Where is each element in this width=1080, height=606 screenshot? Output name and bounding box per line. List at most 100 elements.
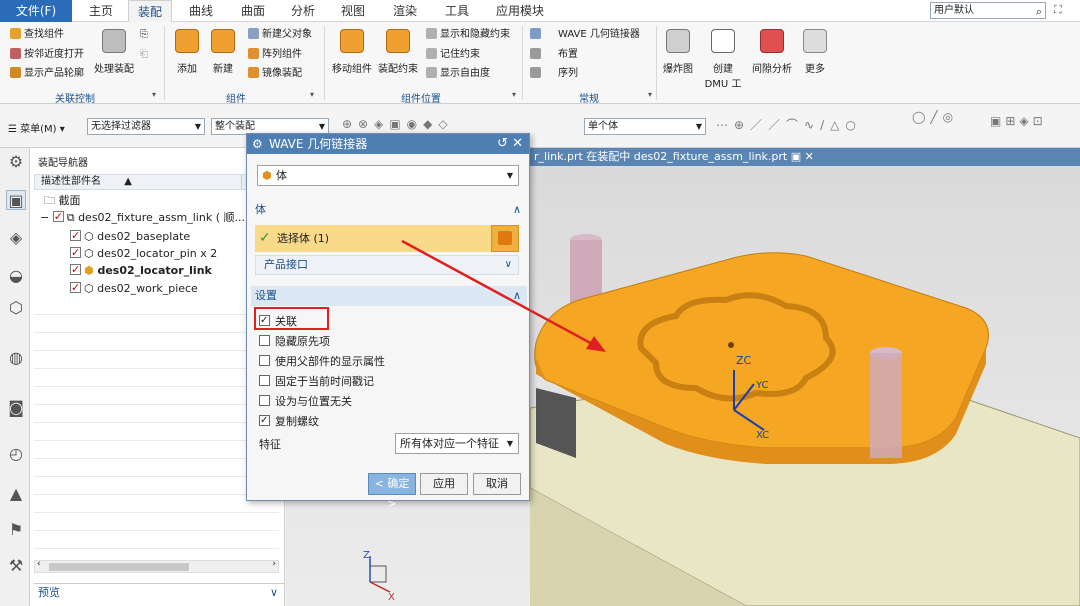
search-icon[interactable]: ⌕ — [1036, 4, 1042, 19]
apply-button[interactable]: 应用 — [420, 473, 468, 495]
type-filter-select[interactable]: 无选择过滤器 ▼ — [87, 118, 205, 135]
snap-extras-icon[interactable]: ◯╱◎ — [912, 110, 958, 124]
process-assembly-button[interactable]: 处理装配 — [92, 27, 136, 75]
fullscreen-icon[interactable]: ⛶ — [1054, 3, 1062, 17]
show-dof-button[interactable]: 显示自由度 — [426, 66, 490, 81]
settings-icon[interactable]: ⚙ — [6, 152, 26, 172]
file-menu[interactable]: 文件(F) — [0, 0, 72, 22]
ok-button[interactable]: < 确定 > — [368, 473, 416, 510]
scroll-thumb[interactable] — [49, 563, 189, 571]
show-product-outline-button[interactable]: 显示产品轮廓 — [10, 66, 84, 81]
history-icon[interactable]: ◍ — [6, 348, 26, 368]
reset-icon[interactable]: ↺ — [497, 136, 508, 151]
scroll-right-icon[interactable]: › — [272, 559, 276, 569]
tab-home[interactable]: 主页 — [80, 0, 122, 22]
collapse-icon[interactable]: − — [40, 211, 49, 224]
dialog-title-bar[interactable]: ⚙ WAVE 几何链接器 ↺ ✕ — [247, 134, 529, 154]
system-scene-icon[interactable]: ⚒ — [6, 556, 26, 576]
sequence-button[interactable]: 序列 — [530, 66, 578, 81]
paste-icon[interactable]: ⎗ — [140, 47, 148, 62]
tab-view[interactable]: 视图 — [332, 0, 374, 22]
show-hide-constraints-button[interactable]: 显示和隐藏约束 — [426, 27, 510, 42]
tree-node-baseplate[interactable]: ⬡ des02_baseplate — [70, 227, 190, 245]
tree-node-section[interactable]: 🗀 截面 — [44, 192, 81, 209]
assembly-constraint-button[interactable]: 装配约束 — [376, 27, 420, 75]
option-position-independent[interactable]: 设为与位置无关 — [259, 394, 352, 410]
palette-icon[interactable]: ▲ — [6, 484, 26, 504]
group-expand-icon[interactable]: ▾ — [152, 90, 156, 99]
visibility-checkbox[interactable] — [52, 208, 64, 225]
part-navigator-icon[interactable]: ◒ — [6, 266, 26, 286]
scroll-left-icon[interactable]: ‹ — [37, 559, 41, 569]
web-browser-icon[interactable]: ◙ — [6, 398, 26, 418]
option-copy-threads[interactable]: 复制螺纹 — [259, 413, 319, 430]
add-component-button[interactable]: 添加 — [170, 27, 204, 75]
visibility-checkbox[interactable] — [70, 279, 81, 296]
snap-tools-icon[interactable]: ⊕⊗◈▣◉◆◇ — [342, 117, 454, 131]
position-independent-checkbox[interactable] — [259, 395, 270, 406]
feature-mode-select[interactable]: 所有体对应一个特征 ▼ — [395, 433, 519, 454]
body-mode-select[interactable]: 单个体 ▼ — [584, 118, 706, 135]
settings-section-header[interactable]: 设置 ∧ — [251, 286, 527, 306]
chevron-down-icon[interactable]: ∨ — [505, 256, 512, 274]
visibility-checkbox[interactable] — [70, 227, 81, 244]
tab-curve[interactable]: 曲线 — [180, 0, 222, 22]
visibility-checkbox[interactable] — [70, 244, 81, 261]
tree-node-work-piece[interactable]: ⬡ des02_work_piece — [70, 279, 198, 297]
open-by-proximity-button[interactable]: 按邻近度打开 — [10, 47, 84, 62]
clock-icon[interactable]: ◴ — [6, 444, 26, 464]
sort-ascending-icon[interactable]: ▲ — [124, 176, 132, 187]
select-body-button[interactable] — [491, 225, 519, 252]
tab-surface[interactable]: 曲面 — [232, 0, 274, 22]
visibility-checkbox[interactable] — [70, 261, 81, 278]
chevron-down-icon[interactable]: ∨ — [270, 584, 278, 602]
mirror-assembly-button[interactable]: 镜像装配 — [248, 66, 302, 81]
fix-timestamp-checkbox[interactable] — [259, 375, 270, 386]
move-component-button[interactable]: 移动组件 — [330, 27, 374, 75]
option-hide-original[interactable]: 隐藏原先项 — [259, 334, 330, 350]
cancel-button[interactable]: 取消 — [473, 473, 521, 495]
tab-assembly[interactable]: 装配 — [128, 0, 172, 22]
create-dmu-button[interactable]: 创建 DMU 工 — [700, 27, 746, 90]
reuse-library-icon[interactable]: ⬡ — [6, 298, 26, 318]
exploded-view-button[interactable]: 爆炸图 — [660, 27, 696, 75]
new-component-button[interactable]: 新建 — [206, 27, 240, 75]
preview-panel-header[interactable]: 预览 ∨ — [34, 583, 284, 601]
role-icon[interactable]: ⚑ — [6, 520, 26, 540]
constraint-navigator-icon[interactable]: ◈ — [6, 228, 26, 248]
group-expand-icon[interactable]: ▾ — [310, 90, 314, 99]
arrangement-button[interactable]: 布置 — [530, 47, 578, 62]
select-body-row[interactable]: ✓ 选择体 (1) — [255, 225, 491, 252]
hide-original-checkbox[interactable] — [259, 335, 270, 346]
chevron-up-icon[interactable]: ∧ — [513, 286, 521, 306]
wave-linker-button[interactable]: WAVE 几何链接器 — [530, 27, 640, 42]
parent-display-checkbox[interactable] — [259, 355, 270, 366]
main-menu-button[interactable]: ☰ 菜单(M) ▾ — [8, 120, 65, 135]
group-expand-icon[interactable]: ▾ — [648, 90, 652, 99]
command-search-input[interactable]: 用户默认 ⌕ — [930, 2, 1046, 19]
copy-threads-checkbox[interactable] — [259, 413, 270, 429]
option-fix-timestamp[interactable]: 固定于当前时间戳记 — [259, 374, 374, 390]
copy-icon[interactable]: ⎘ — [140, 27, 148, 42]
option-parent-display[interactable]: 使用父部件的显示属性 — [259, 354, 385, 370]
find-component-button[interactable]: 查找组件 — [10, 27, 64, 42]
more-button[interactable]: 更多 — [798, 27, 832, 75]
gear-icon[interactable]: ⚙ — [252, 134, 263, 154]
view-tools-icon[interactable]: ▣⊞◈⊡ — [990, 114, 1047, 128]
tab-applications[interactable]: 应用模块 — [490, 0, 550, 22]
tree-node-root-assembly[interactable]: − ⧉ des02_fixture_assm_link ( 顺... — [40, 208, 245, 226]
group-expand-icon[interactable]: ▾ — [512, 90, 516, 99]
remember-constraints-button[interactable]: 记住约束 — [426, 47, 480, 62]
chevron-up-icon[interactable]: ∧ — [513, 200, 521, 220]
body-section-header[interactable]: 体 ∧ — [251, 200, 527, 220]
navigator-column-header[interactable]: 描述性部件名 ▲ 信 — [34, 174, 279, 190]
point-snap-icon[interactable]: ⋯⊕／／⌒∿∕△○ — [716, 116, 862, 133]
pattern-component-button[interactable]: 阵列组件 — [248, 47, 302, 62]
tree-node-locator-link[interactable]: ⬢ des02_locator_link — [70, 261, 212, 279]
clearance-analysis-button[interactable]: 间隙分析 — [750, 27, 794, 75]
close-icon[interactable]: ✕ — [512, 136, 523, 151]
tab-analysis[interactable]: 分析 — [282, 0, 324, 22]
product-interface-row[interactable]: 产品接口 ∨ — [255, 255, 519, 275]
tree-node-locator-pin[interactable]: ⬡ des02_locator_pin x 2 — [70, 244, 217, 262]
horizontal-scrollbar[interactable]: ‹ › — [34, 559, 279, 573]
